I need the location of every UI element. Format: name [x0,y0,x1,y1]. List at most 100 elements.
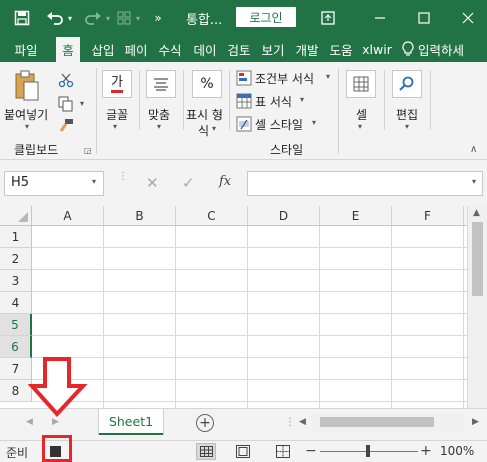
number-format-label-2: 식 [198,124,210,138]
quick-access-dropdown-icon[interactable]: ▾ [134,8,142,28]
insert-function-icon[interactable]: fx [219,174,231,189]
cell-styles-dropdown-icon[interactable]: ▾ [312,118,316,127]
maximize-icon[interactable] [414,8,434,28]
undo-dropdown-icon[interactable]: ▾ [66,8,74,28]
column-header-a[interactable]: A [32,206,104,226]
number-format-button[interactable]: % [192,70,222,98]
format-table-dropdown-icon[interactable]: ▾ [300,95,304,104]
cut-icon[interactable] [58,72,74,88]
formula-input[interactable] [247,171,483,196]
more-commands-icon[interactable]: » [150,8,166,28]
normal-view-icon[interactable] [196,443,216,460]
zoom-out-icon[interactable]: − [305,443,317,459]
undo-icon[interactable] [44,8,66,28]
zoom-in-icon[interactable]: + [420,443,432,459]
gridline [32,335,467,336]
tab-file[interactable]: 파일 [6,36,46,62]
percent-icon: % [200,76,214,92]
vertical-scrollbar[interactable]: ▲ [467,206,487,408]
row-header-5[interactable]: 5 [0,314,32,336]
editing-dropdown-icon[interactable]: ▾ [405,122,409,131]
conditional-format-button[interactable]: 조건부 서식 [255,70,314,87]
zoom-slider-thumb[interactable] [366,445,370,457]
editing-label: 편집 [396,108,419,122]
group-separator [183,70,184,130]
redo-icon[interactable] [82,8,104,28]
column-header-b[interactable]: B [104,206,176,226]
save-icon[interactable] [12,8,32,28]
tab-xlwings[interactable]: xlwir [359,36,395,62]
column-header-e[interactable]: E [320,206,392,226]
tab-formulas[interactable]: 수식 [155,36,185,62]
add-sheet-icon[interactable]: + [196,414,214,432]
tab-help[interactable]: 도움 [326,36,356,62]
tab-developer[interactable]: 개발 [292,36,322,62]
row-header-6[interactable]: 6 [0,336,32,358]
cancel-entry-icon[interactable]: ✕ [146,174,159,192]
paste-button[interactable]: 붙여넣기 [4,106,48,123]
tab-split-icon[interactable]: ⋮ [285,417,295,428]
dialog-launcher-icon[interactable]: ◲ [84,146,92,155]
cells-dropdown-icon[interactable]: ▾ [358,122,362,131]
paste-dropdown-icon[interactable]: ▾ [25,122,29,131]
tab-view[interactable]: 보기 [258,36,288,62]
ribbon-display-icon[interactable] [318,8,338,28]
collapse-ribbon-icon[interactable]: ∧ [470,144,477,155]
sheet-tab-sheet1[interactable]: Sheet1 [99,409,163,435]
zoom-level[interactable]: 100% [440,444,474,458]
tell-me-search[interactable]: 입력하세 [418,36,484,62]
tab-insert[interactable]: 삽입 [88,36,118,62]
column-header-d[interactable]: D [248,206,320,226]
tab-review[interactable]: 검토 [224,36,254,62]
align-dropdown-icon[interactable]: ▾ [157,122,161,131]
page-break-view-icon[interactable] [276,445,290,458]
group-separator [384,70,385,130]
cells-group-button[interactable] [346,70,376,98]
font-dropdown-icon[interactable]: ▾ [113,122,117,131]
cell-styles-button[interactable]: 셀 스타일 [255,116,303,133]
row-header-4[interactable]: 4 [0,292,32,314]
expand-formula-icon[interactable]: ▾ [472,177,476,186]
tab-data[interactable]: 데이 [190,36,220,62]
enter-entry-icon[interactable]: ✓ [182,174,195,192]
minimize-icon[interactable] [370,8,390,28]
format-table-button[interactable]: 표 서식 [255,93,292,110]
format-painter-icon[interactable] [58,118,74,134]
close-icon[interactable] [458,8,478,28]
ready-status: 준비 [6,446,29,460]
tab-page-layout[interactable]: 페이 [121,36,151,62]
conditional-format-dropdown-icon[interactable]: ▾ [326,72,330,81]
row-header-1[interactable]: 1 [0,226,32,248]
select-all-corner[interactable] [0,206,32,226]
hscroll-left-icon[interactable]: ◀ [299,417,306,427]
row-header-3[interactable]: 3 [0,270,32,292]
hscroll-right-icon[interactable]: ▶ [472,417,479,427]
column-header-c[interactable]: C [176,206,248,226]
scroll-up-icon[interactable]: ▲ [473,208,480,218]
prev-sheet-icon[interactable]: ◀ [26,417,33,427]
tab-home[interactable]: 홈 [56,37,80,62]
redo-dropdown-icon[interactable]: ▾ [104,8,112,28]
name-box-dropdown-icon[interactable]: ▾ [92,177,96,186]
gridline [32,269,467,270]
font-label: 글꼴 [106,108,129,122]
align-group-button[interactable] [146,70,176,98]
copy-dropdown-icon[interactable]: ▾ [80,99,84,108]
next-sheet-icon[interactable]: ▶ [52,417,59,427]
name-box[interactable]: H5 [4,171,104,196]
editing-group-button[interactable] [392,70,422,98]
font-group-button[interactable]: 가 [102,70,132,98]
paste-icon[interactable] [14,70,40,102]
row-header-2[interactable]: 2 [0,248,32,270]
hscroll-thumb[interactable] [320,417,434,427]
page-layout-view-icon[interactable] [236,445,250,458]
horizontal-scrollbar[interactable] [312,413,464,431]
gridline [32,291,467,292]
annotation-arrow [27,356,88,418]
scroll-thumb[interactable] [472,222,483,296]
copy-icon[interactable] [58,96,74,112]
login-button[interactable]: 로그인 [236,7,296,27]
number-format-dropdown-icon[interactable]: ▾ [212,124,216,133]
column-header-f[interactable]: F [392,206,464,226]
quick-access-icon[interactable] [114,8,134,28]
